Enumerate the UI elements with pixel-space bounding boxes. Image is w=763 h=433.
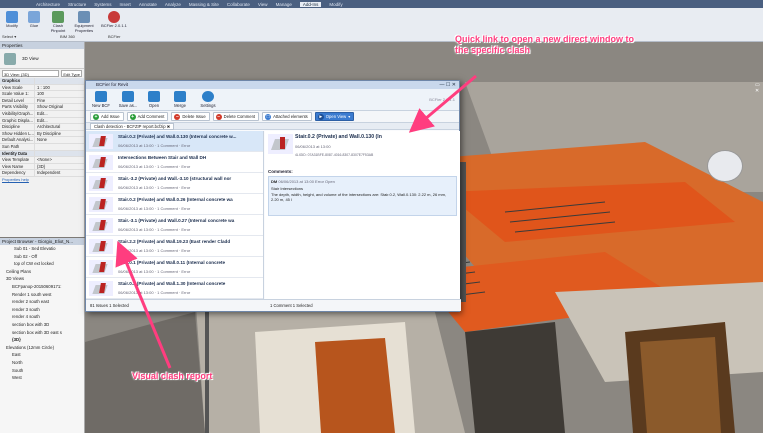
open-view-arrow — [408, 74, 477, 133]
visual-report-arrow — [115, 240, 172, 369]
annotation-arrows — [115, 74, 477, 369]
visual-report-callout: Visual clash report — [132, 371, 213, 381]
open-view-callout: Quick link to open a new direct window t… — [455, 34, 635, 55]
